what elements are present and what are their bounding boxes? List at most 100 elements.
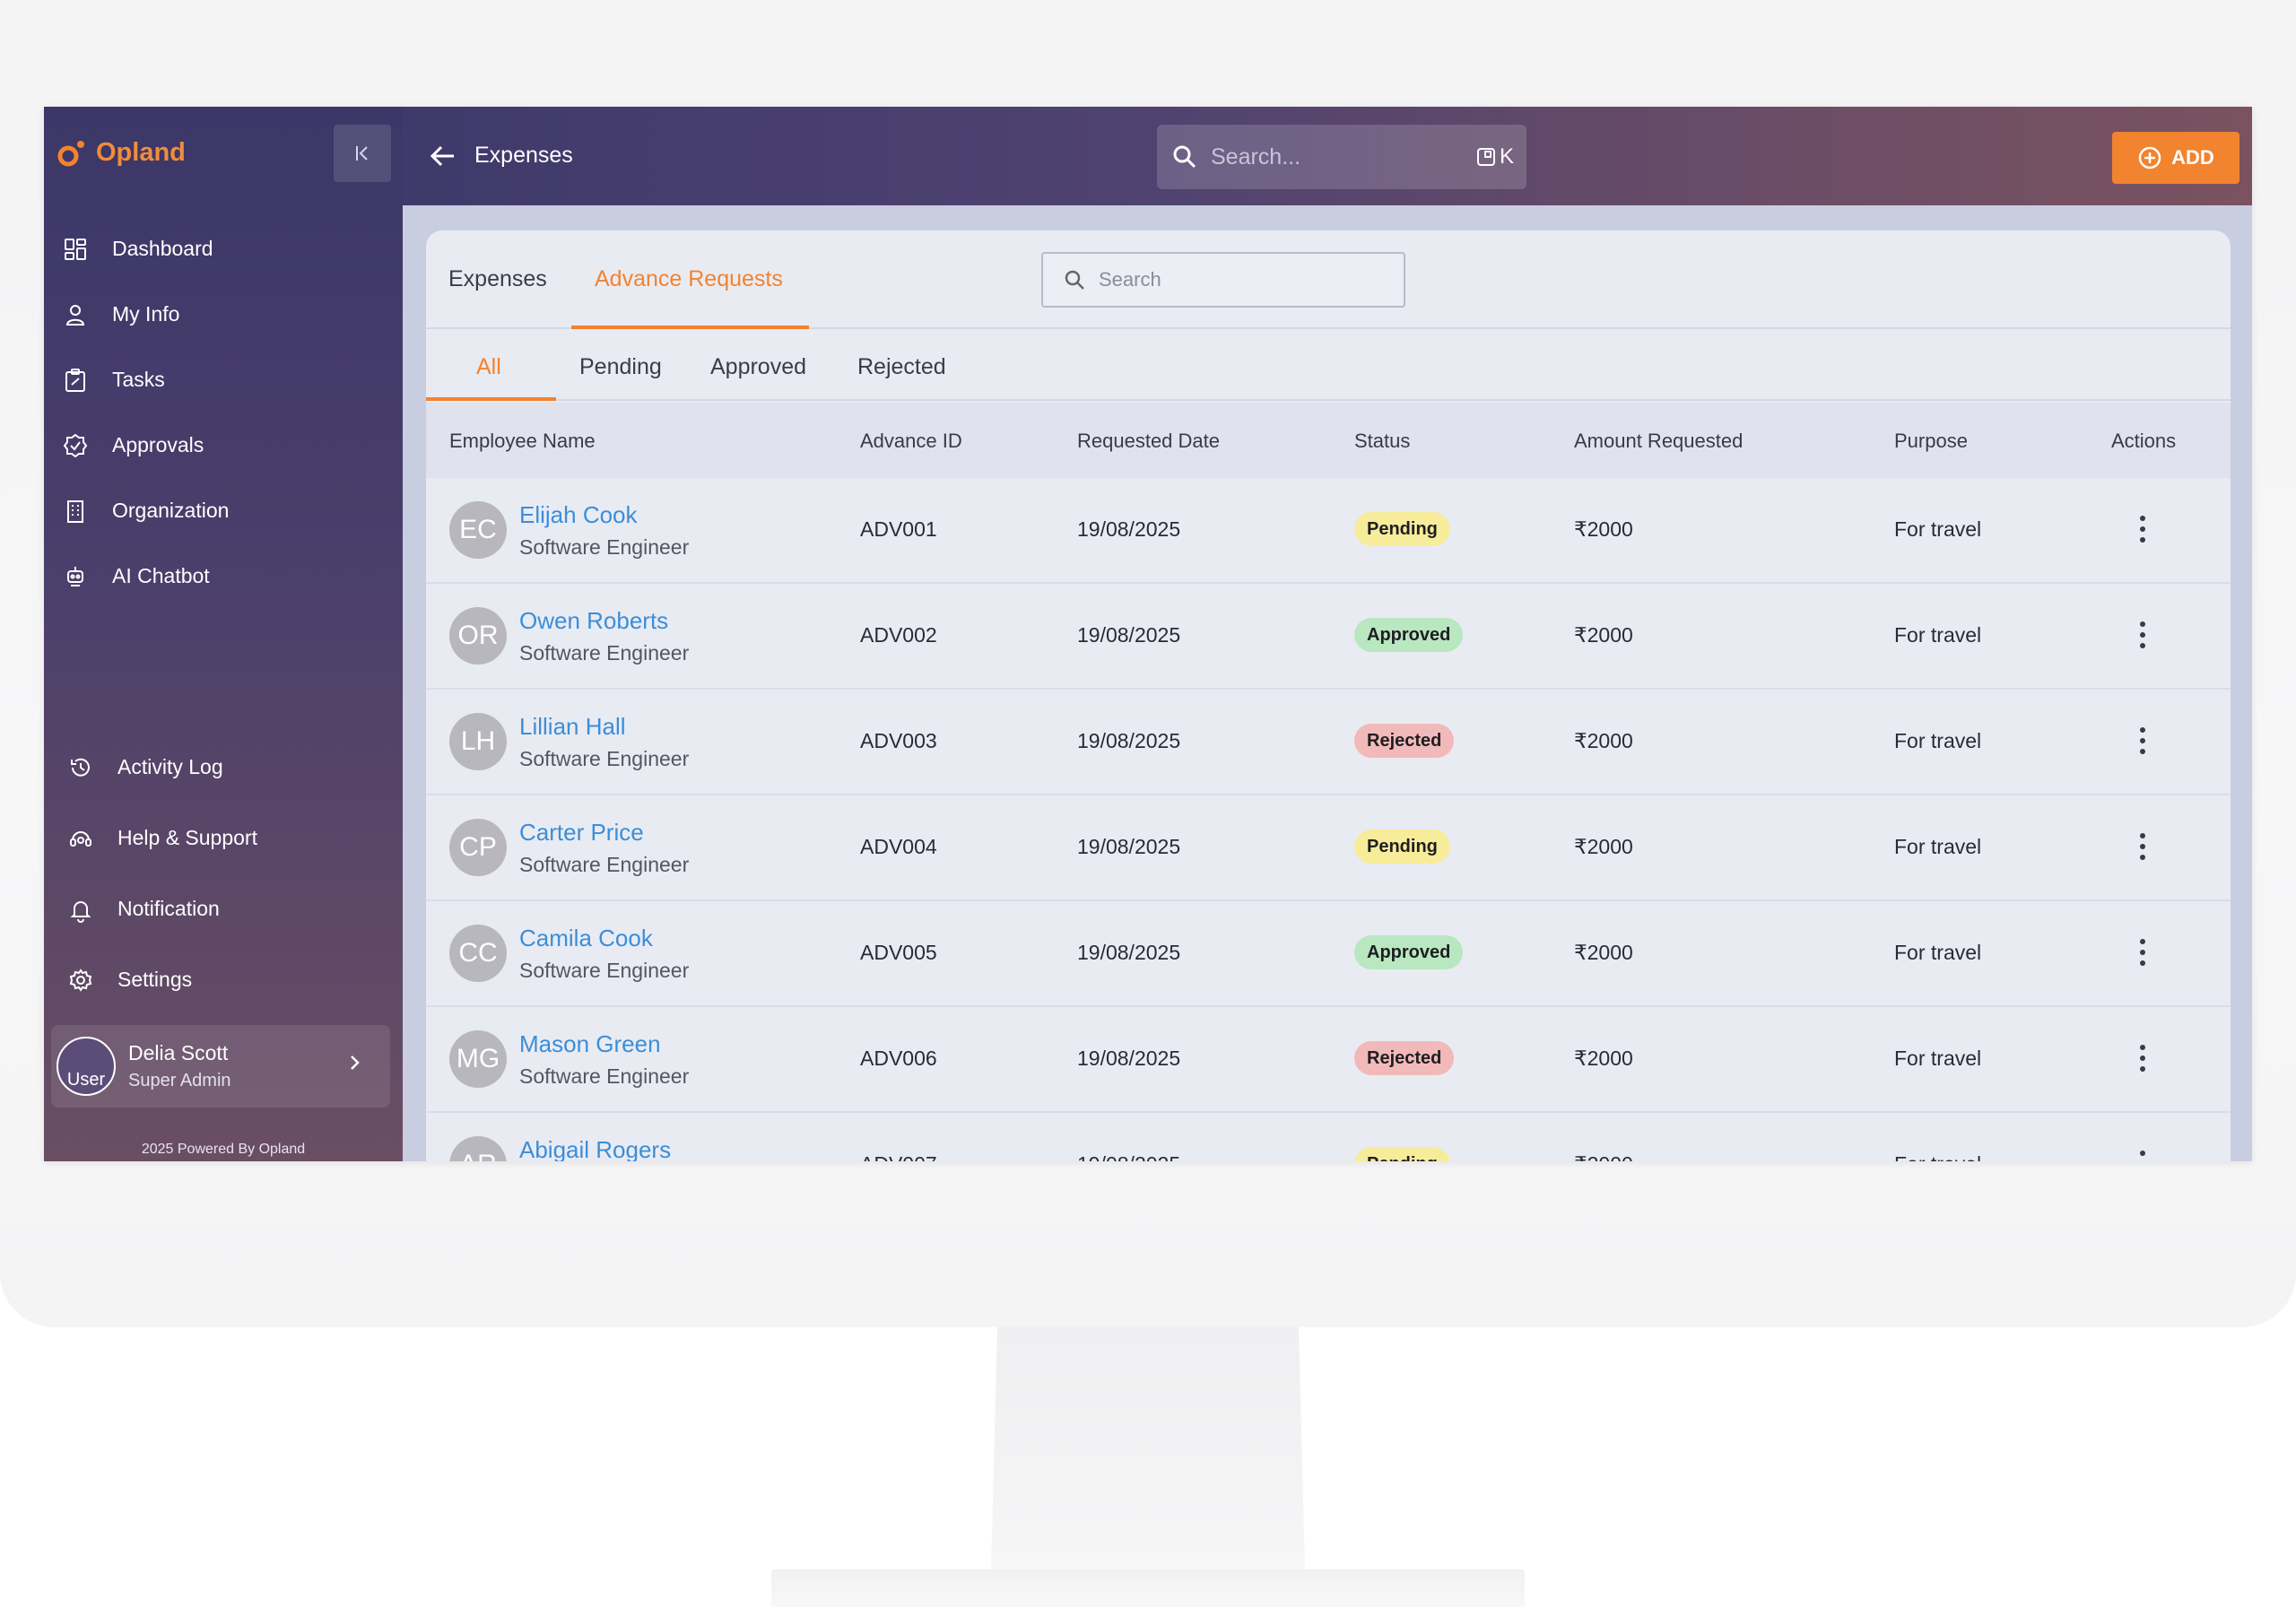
table-row[interactable]: LH Lillian Hall Software Engineer ADV003… xyxy=(426,690,2231,795)
employee-avatar: LH xyxy=(449,713,507,770)
app-logo[interactable]: Opland xyxy=(57,137,186,168)
more-actions-icon[interactable] xyxy=(2135,833,2150,864)
tab-all[interactable]: All xyxy=(476,354,501,380)
status-badge: Pending xyxy=(1354,512,1450,546)
sidebar-item-my-info[interactable]: My Info xyxy=(44,282,403,347)
employee-avatar: MG xyxy=(449,1030,507,1088)
sidebar-item-tasks[interactable]: Tasks xyxy=(44,347,403,413)
more-actions-icon[interactable] xyxy=(2135,516,2150,546)
employee-name-link[interactable]: Elijah Cook xyxy=(519,501,638,529)
sidebar-item-dashboard[interactable]: Dashboard xyxy=(44,216,403,282)
table-row[interactable]: EC Elijah Cook Software Engineer ADV001 … xyxy=(426,478,2231,584)
status-badge: Approved xyxy=(1354,935,1464,969)
bell-icon xyxy=(70,900,91,923)
more-actions-icon[interactable] xyxy=(2135,1045,2150,1075)
tab-pending[interactable]: Pending xyxy=(579,354,662,380)
table-row[interactable]: MG Mason Green Software Engineer ADV006 … xyxy=(426,1007,2231,1113)
table-search-input[interactable] xyxy=(1099,268,1386,291)
requested-date: 19/08/2025 xyxy=(1077,517,1181,541)
tab-expenses[interactable]: Expenses xyxy=(448,266,547,292)
badge-check-icon xyxy=(63,433,88,457)
opland-logo-icon xyxy=(57,141,84,167)
table-row[interactable]: OR Owen Roberts Software Engineer ADV002… xyxy=(426,584,2231,690)
employee-name-link[interactable]: Abigail Rogers xyxy=(519,1136,671,1161)
requested-date: 19/08/2025 xyxy=(1077,835,1181,858)
sidebar-item-settings[interactable]: Settings xyxy=(44,944,403,1015)
add-button[interactable]: ADD xyxy=(2112,132,2239,184)
user-profile-card[interactable]: User Delia Scott Super Admin xyxy=(51,1025,390,1108)
status-badge: Pending xyxy=(1354,830,1450,864)
global-search[interactable]: K xyxy=(1157,125,1526,189)
more-actions-icon[interactable] xyxy=(2135,621,2150,652)
employee-name-link[interactable]: Camila Cook xyxy=(519,925,653,952)
employee-role: Software Engineer xyxy=(519,747,690,770)
shortcut-key: K xyxy=(1499,144,1514,169)
sidebar-item-help-support[interactable]: Help & Support xyxy=(44,803,403,873)
advance-id: ADV007 xyxy=(860,1152,937,1161)
sidebar-item-label: Tasks xyxy=(112,368,165,391)
more-actions-icon[interactable] xyxy=(2135,727,2150,758)
collapse-sidebar-button[interactable] xyxy=(334,125,391,182)
table-row[interactable]: CP Carter Price Software Engineer ADV004… xyxy=(426,795,2231,901)
active-subtab-indicator xyxy=(426,397,556,401)
tab-rejected[interactable]: Rejected xyxy=(857,354,946,380)
amount-requested: ₹2000 xyxy=(1574,1152,1633,1161)
purpose: For travel xyxy=(1894,1152,1981,1161)
employee-avatar: CP xyxy=(449,819,507,876)
employee-name-link[interactable]: Carter Price xyxy=(519,819,644,847)
app-name: Opland xyxy=(96,137,186,167)
employee-avatar: AR xyxy=(449,1136,507,1161)
back-arrow-icon[interactable] xyxy=(427,143,457,169)
requested-date: 19/08/2025 xyxy=(1077,1047,1181,1070)
purpose: For travel xyxy=(1894,1047,1982,1070)
status-badge: Rejected xyxy=(1354,1041,1455,1075)
content-card: Expenses Advance Requests All Pending Ap… xyxy=(426,230,2231,1161)
requested-date: 19/08/2025 xyxy=(1077,1152,1180,1161)
building-icon xyxy=(67,499,83,523)
sidebar-item-label: Notification xyxy=(117,897,220,920)
employee-avatar: EC xyxy=(449,501,507,559)
app-screen: Opland Dashboard My Info Tasks Approvals… xyxy=(44,107,2252,1161)
advance-id: ADV001 xyxy=(860,517,937,541)
table-row[interactable]: CC Camila Cook Software Engineer ADV005 … xyxy=(426,901,2231,1007)
monitor-stand-neck xyxy=(991,1327,1305,1569)
advance-id: ADV005 xyxy=(860,941,937,964)
tab-approved[interactable]: Approved xyxy=(710,354,806,380)
more-actions-icon[interactable] xyxy=(2135,939,2150,969)
employee-name-link[interactable]: Mason Green xyxy=(519,1030,661,1058)
amount-requested: ₹2000 xyxy=(1574,623,1633,647)
employee-role: Software Engineer xyxy=(519,1064,690,1088)
employee-role: Software Engineer xyxy=(519,959,690,982)
table-header: Employee Name Advance ID Requested Date … xyxy=(426,403,2231,478)
employee-name-link[interactable]: Lillian Hall xyxy=(519,713,626,741)
table-search[interactable] xyxy=(1041,252,1405,308)
tab-advance-requests[interactable]: Advance Requests xyxy=(595,266,783,292)
support-icon xyxy=(70,830,91,847)
sidebar-item-ai-chatbot[interactable]: AI Chatbot xyxy=(44,543,403,609)
amount-requested: ₹2000 xyxy=(1574,835,1633,858)
employee-name-link[interactable]: Owen Roberts xyxy=(519,607,668,635)
global-search-input[interactable] xyxy=(1211,143,1462,170)
dashboard-icon xyxy=(65,238,86,260)
sidebar-item-label: Activity Log xyxy=(117,755,223,778)
more-actions-icon[interactable] xyxy=(2135,1151,2150,1161)
sidebar-item-approvals[interactable]: Approvals xyxy=(44,413,403,478)
purpose: For travel xyxy=(1894,729,1982,752)
keyboard-shortcut: K xyxy=(1476,144,1514,169)
status-badge: Pending xyxy=(1354,1147,1450,1161)
user-name: Delia Scott xyxy=(128,1041,229,1064)
sidebar-item-organization[interactable]: Organization xyxy=(44,478,403,543)
requested-date: 19/08/2025 xyxy=(1077,623,1181,647)
sidebar-nav: Dashboard My Info Tasks Approvals Organi… xyxy=(44,216,403,609)
column-advance-id: Advance ID xyxy=(860,430,962,452)
sidebar-item-activity-log[interactable]: Activity Log xyxy=(44,732,403,803)
sidebar-item-label: Help & Support xyxy=(117,826,257,849)
sidebar-item-notification[interactable]: Notification xyxy=(44,873,403,944)
page-title: Expenses xyxy=(474,143,573,168)
table-row[interactable]: AR Abigail Rogers Software Engineer ADV0… xyxy=(426,1113,2231,1161)
sidebar-nav-bottom: Activity Log Help & Support Notification xyxy=(44,732,403,1015)
status-badge: Rejected xyxy=(1354,724,1455,758)
clipboard-icon xyxy=(65,368,85,392)
add-button-label: ADD xyxy=(2171,146,2214,169)
footer-text: 2025 Powered By Opland xyxy=(141,1142,306,1157)
